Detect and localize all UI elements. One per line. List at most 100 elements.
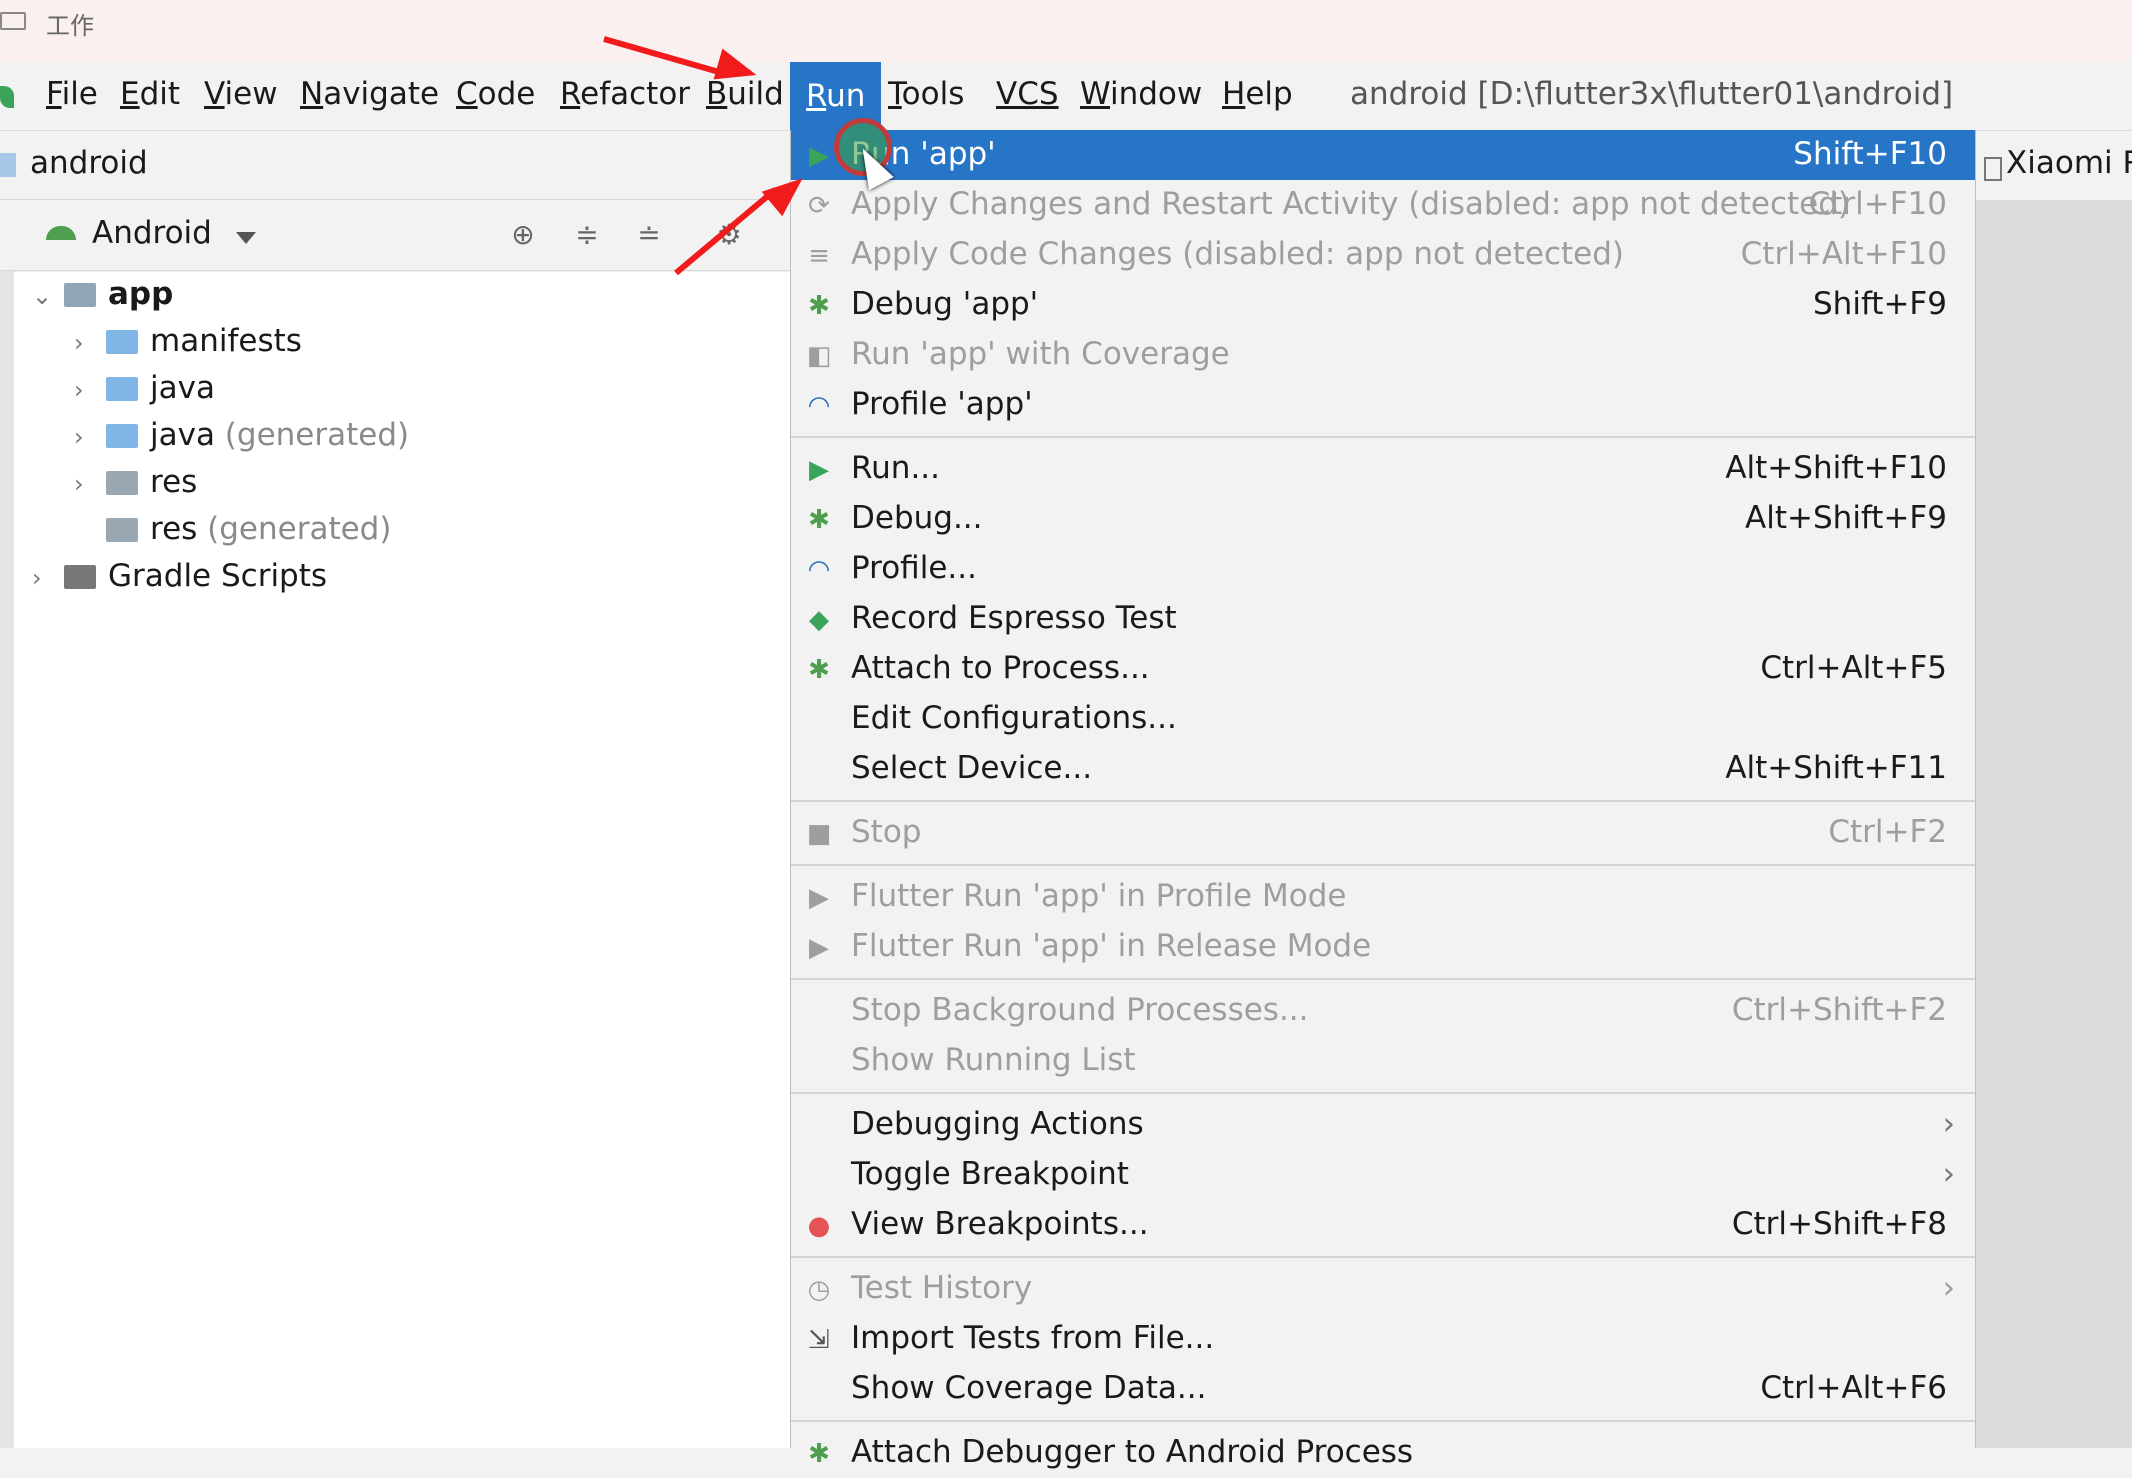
folder-icon [106,377,138,401]
menu-refactor[interactable]: Refactor [560,76,690,112]
menu-tools[interactable]: Tools [888,76,964,112]
menu-bar: File Edit View Navigate Code Refactor Build Run… [0,62,2132,131]
tree-node-label: app [108,276,174,312]
menu-item-flutter-run-app-in-release-mode[interactable]: ▶ Flutter Run 'app' in Release Mode [791,922,1975,972]
menu-view[interactable]: View [204,76,278,112]
menu-item-debug-app[interactable]: ✱ Debug 'app' Shift+F9 [791,280,1975,330]
menu-item-shortcut: Shift+F10 [1793,136,1947,172]
menu-edit[interactable]: Edit [120,76,180,112]
menu-item-shortcut: Alt+Shift+F10 [1725,450,1947,486]
chevron-right-icon[interactable]: › [74,376,98,404]
menu-item-attach-debugger-to-android-process[interactable]: ✱ Attach Debugger to Android Process [791,1428,1975,1478]
menu-item-label: Stop Background Processes... [851,992,1309,1028]
apply-code-icon: ≡ [808,241,830,271]
chevron-right-icon[interactable]: › [74,329,98,357]
menu-item-apply-changes-and-restart-activity-disabled-app-not-detected[interactable]: ⟳ Apply Changes and Restart Activity (dis… [791,180,1975,230]
menu-item-record-espresso-test[interactable]: ◆ Record Espresso Test [791,594,1975,644]
tree-node-suffix: (generated) [197,511,392,547]
collapse-all-icon[interactable]: ≐ [632,218,666,252]
device-selector[interactable]: Xiaomi R [1976,131,2132,199]
menu-separator [791,1420,1975,1422]
tree-node-label: manifests [150,323,302,359]
chevron-down-icon[interactable]: ⌄ [32,282,56,310]
tool-window-strip[interactable] [0,200,15,1448]
menu-item-label: Flutter Run 'app' in Profile Mode [851,878,1347,914]
project-tree: ⌄ app › manifests › java › java (generated) › res… [14,272,790,1448]
folder-icon [106,518,138,542]
menu-item-label: Debugging Actions [851,1106,1144,1142]
menu-item-test-history[interactable]: ◷ Test History › [791,1264,1975,1314]
window-titlebar: 工作 [0,0,2132,62]
menu-item-stop-background-processes[interactable]: Stop Background Processes... Ctrl+Shift+F… [791,986,1975,1036]
tree-node[interactable]: › Gradle Scripts [32,558,327,604]
menu-item-label: Attach to Process... [851,650,1150,686]
tree-node[interactable]: › res [74,464,197,510]
chevron-right-icon[interactable]: › [74,470,98,498]
menu-item-debugging-actions[interactable]: Debugging Actions › [791,1100,1975,1150]
menu-item-shortcut: Ctrl+Alt+F5 [1760,650,1947,686]
tree-node-label: Gradle Scripts [108,558,328,594]
menu-item-flutter-run-app-in-profile-mode[interactable]: ▶ Flutter Run 'app' in Profile Mode [791,872,1975,922]
menu-item-run-app-with-coverage[interactable]: ◧ Run 'app' with Coverage [791,330,1975,380]
device-icon [1984,157,2002,181]
menu-item-label: Profile... [851,550,977,586]
menu-item-shortcut: Shift+F9 [1813,286,1947,322]
profile-icon: ◠ [807,391,831,421]
menu-separator [791,800,1975,802]
menu-item-select-device[interactable]: Select Device... Alt+Shift+F11 [791,744,1975,794]
menu-item-debug[interactable]: ✱ Debug... Alt+Shift+F9 [791,494,1975,544]
menu-window[interactable]: Window [1080,76,1202,112]
tree-node[interactable]: res (generated) [74,511,391,557]
project-toolwindow-header: Android ⊕ ≑ ≐ ⚙ [0,200,790,271]
import-icon: ⇲ [808,1325,830,1355]
menu-item-apply-code-changes-disabled-app-not-detected[interactable]: ≡ Apply Code Changes (disabled: app not d… [791,230,1975,280]
project-view-mode[interactable]: Android [92,215,212,251]
menu-item-run-app[interactable]: ▶ Run 'app' Shift+F10 [791,130,1975,180]
menu-item-run[interactable]: ▶ Run... Alt+Shift+F10 [791,444,1975,494]
chevron-right-icon[interactable]: › [74,423,98,451]
tree-node[interactable]: › manifests [74,323,302,369]
menu-item-shortcut: Ctrl+Alt+F6 [1760,1370,1947,1406]
folder-icon [0,12,26,30]
app-logo-icon [0,86,14,108]
chevron-down-icon[interactable] [236,232,256,244]
chevron-right-icon[interactable]: › [32,564,56,592]
menu-code[interactable]: Code [456,76,535,112]
expand-all-icon[interactable]: ≑ [570,218,604,252]
tree-node[interactable]: › java [74,370,215,416]
menu-item-profile[interactable]: ◠ Profile... [791,544,1975,594]
attach-icon: ✱ [808,1439,830,1469]
menu-item-show-coverage-data[interactable]: Show Coverage Data... Ctrl+Alt+F6 [791,1364,1975,1414]
clock-icon: ◷ [807,1275,831,1305]
menu-item-show-running-list[interactable]: Show Running List [791,1036,1975,1086]
tree-node[interactable]: ⌄ app [32,276,173,322]
breakpoints-icon: ● [807,1211,831,1241]
menu-vcs[interactable]: VCS [996,76,1059,112]
run-menu-dropdown: ▶ Run 'app' Shift+F10 ⟳ Apply Changes and Re… [790,130,1976,1470]
tree-node-label: res [150,511,198,547]
tree-node[interactable]: › java (generated) [74,417,409,463]
menu-item-view-breakpoints[interactable]: ● View Breakpoints... Ctrl+Shift+F8 [791,1200,1975,1250]
menu-item-toggle-breakpoint[interactable]: Toggle Breakpoint › [791,1150,1975,1200]
menu-item-edit-configurations[interactable]: Edit Configurations... [791,694,1975,744]
menu-file[interactable]: File [46,76,98,112]
attach-icon: ✱ [808,655,830,685]
menu-item-import-tests-from-file[interactable]: ⇲ Import Tests from File... [791,1314,1975,1364]
menu-navigate[interactable]: Navigate [300,76,439,112]
menu-item-shortcut: Ctrl+Shift+F8 [1731,1206,1947,1242]
menu-item-stop[interactable]: ■ Stop Ctrl+F2 [791,808,1975,858]
navigation-bar: android [0,131,790,200]
breadcrumb-project[interactable]: android [30,145,148,181]
menu-help[interactable]: Help [1222,76,1293,112]
menu-item-attach-to-process[interactable]: ✱ Attach to Process... Ctrl+Alt+F5 [791,644,1975,694]
menu-item-label: Run 'app' with Coverage [851,336,1230,372]
menu-item-label: Flutter Run 'app' in Release Mode [851,928,1372,964]
menu-item-label: Edit Configurations... [851,700,1177,736]
chevron-right-icon: › [1942,1156,1955,1192]
menu-item-label: Show Running List [851,1042,1136,1078]
stop-icon: ■ [806,819,832,849]
espresso-icon: ◆ [809,605,829,635]
menu-item-profile-app[interactable]: ◠ Profile 'app' [791,380,1975,430]
locate-icon[interactable]: ⊕ [506,218,540,252]
menu-item-shortcut: Ctrl+Shift+F2 [1731,992,1947,1028]
